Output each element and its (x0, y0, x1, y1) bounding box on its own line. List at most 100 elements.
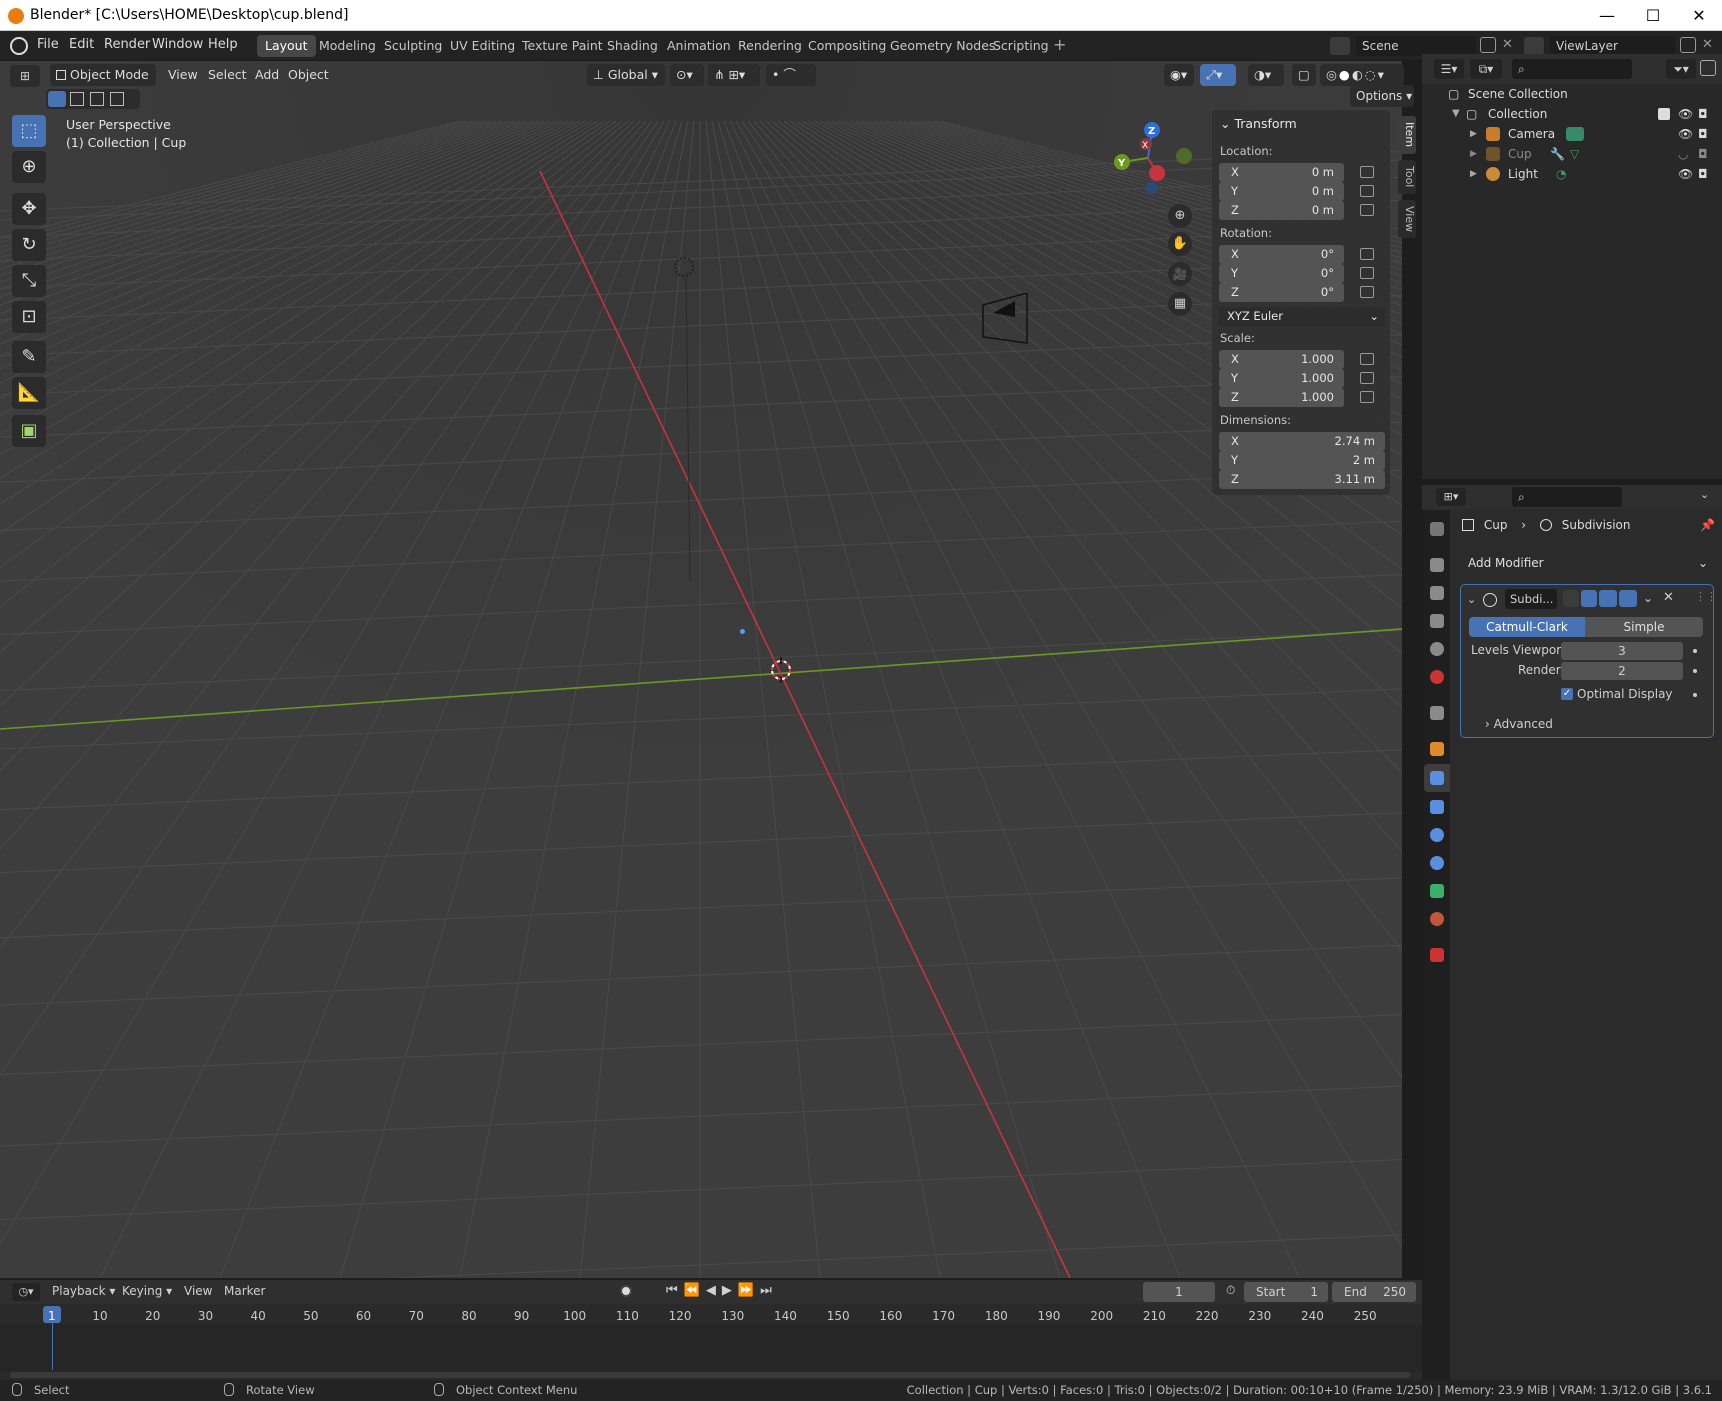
maximize-button[interactable]: ☐ (1630, 0, 1676, 31)
lock-icon[interactable] (1360, 286, 1374, 298)
modifier-menu-chevron-icon[interactable]: ⌄ (1643, 591, 1653, 605)
render-camera-icon[interactable]: ◘ (1698, 144, 1708, 164)
collection-properties-icon[interactable] (1430, 706, 1444, 720)
tab-tool[interactable]: Tool (1398, 160, 1416, 194)
add-cube-tool[interactable]: ▣ (12, 415, 46, 447)
render-camera-icon[interactable]: ◘ (1698, 104, 1708, 124)
keyframe-dot-icon[interactable] (1693, 693, 1697, 697)
modifier-properties-icon[interactable] (1430, 771, 1444, 785)
camera-view-icon[interactable]: 🎥 (1168, 262, 1192, 286)
pin-icon[interactable]: 📌 (1700, 518, 1715, 532)
lock-icon[interactable] (1360, 185, 1374, 197)
data-properties-icon[interactable] (1430, 884, 1444, 898)
ortho-toggle-icon[interactable]: ▦ (1168, 292, 1192, 316)
material-properties-icon[interactable] (1430, 912, 1444, 926)
mode-dropdown[interactable]: Object Mode ▾ (50, 64, 156, 104)
camera-data-icon[interactable] (1566, 127, 1584, 141)
world-properties-icon[interactable] (1430, 670, 1444, 684)
outliner-collection[interactable]: ▼ ▢ Collection 👁 ◘ (1422, 104, 1722, 124)
select-subtract-icon[interactable] (90, 92, 104, 106)
render-toggle[interactable] (1619, 590, 1637, 607)
keyframe-area[interactable] (0, 1324, 1422, 1372)
outliner-search-input[interactable]: ⌕ (1512, 59, 1632, 79)
keyframe-dot-icon[interactable] (1693, 669, 1697, 673)
delete-scene-icon[interactable]: ✕ (1502, 37, 1513, 52)
physics-properties-icon[interactable] (1430, 828, 1444, 842)
tab-animation[interactable]: Animation (659, 35, 739, 57)
advanced-subpanel[interactable]: › Advanced (1485, 717, 1553, 731)
select-box-tool[interactable]: ⬚ (12, 115, 46, 147)
filter-icon[interactable]: ⏷▾ (1666, 59, 1696, 79)
outliner-item-light[interactable]: ▶ Light ◔ 👁 ◘ (1422, 164, 1722, 184)
menu-window[interactable]: Window (152, 37, 203, 52)
rotation-x-field[interactable]: X 0° (1219, 245, 1344, 264)
3d-cursor-icon[interactable] (768, 657, 794, 683)
options-dropdown[interactable]: Options ▾ (1350, 85, 1414, 107)
keyframe-dot-icon[interactable] (1693, 649, 1697, 653)
view-layer-properties-icon[interactable] (1430, 614, 1444, 628)
minimize-button[interactable]: — (1584, 0, 1630, 31)
light-object-icon[interactable] (674, 257, 694, 277)
select-new-icon[interactable] (48, 91, 66, 107)
new-viewlayer-icon[interactable] (1680, 37, 1696, 53)
exclude-checkbox[interactable] (1658, 108, 1670, 120)
outliner-editor-type-icon[interactable]: ☰▾ (1434, 59, 1464, 79)
timeline-scrollbar[interactable] (10, 1372, 1410, 1378)
render-properties-icon[interactable] (1430, 558, 1444, 572)
viewlayer-selector-icon[interactable] (1524, 37, 1544, 55)
select-intersect-icon[interactable] (110, 92, 124, 106)
properties-search-input[interactable]: ⌕ (1512, 487, 1622, 507)
location-z-field[interactable]: Z 0 m (1219, 201, 1344, 220)
catmull-clark-button[interactable]: Catmull-Clark (1469, 617, 1585, 637)
pan-hand-icon[interactable]: ✋ (1168, 232, 1192, 256)
measure-tool[interactable]: 📐 (12, 377, 46, 409)
navigation-gizmo[interactable]: Z Y X (1100, 118, 1200, 198)
visibility-eye-icon[interactable]: 👁 (1678, 104, 1693, 124)
lock-icon[interactable] (1360, 267, 1374, 279)
transform-tool[interactable]: ⊡ (12, 301, 46, 333)
selection-mode-buttons[interactable] (46, 89, 140, 109)
scene-name-field[interactable]: Scene (1356, 36, 1476, 56)
new-collection-icon[interactable] (1700, 60, 1716, 76)
tab-modeling[interactable]: Modeling (311, 35, 384, 57)
scale-y-field[interactable]: Y 1.000 (1219, 369, 1344, 388)
modifier-wrench-icon[interactable]: 🔧 (1550, 144, 1565, 164)
tab-compositing[interactable]: Compositing (800, 35, 894, 57)
visibility-dropdown[interactable]: ◉▾ (1164, 64, 1194, 86)
current-frame-field[interactable]: 1 (1143, 1282, 1215, 1302)
playback-controls[interactable]: ⏮⏪◀▶⏩⏭ (666, 1283, 778, 1298)
on-cage-toggle[interactable] (1563, 590, 1579, 607)
stopwatch-icon[interactable]: ⏱ (1226, 1283, 1235, 1298)
zoom-icon[interactable]: ⊕ (1168, 204, 1192, 228)
display-mode-icon[interactable]: ⧉▾ (1470, 59, 1502, 79)
scale-x-field[interactable]: X 1.000 (1219, 350, 1344, 369)
object-properties-icon[interactable] (1430, 742, 1444, 756)
outliner-item-cup[interactable]: ▶ Cup 🔧 ▽ ◡ ◘ (1422, 144, 1722, 164)
transform-header[interactable]: ⌄ Transform (1220, 116, 1297, 131)
render-camera-icon[interactable]: ◘ (1698, 164, 1708, 184)
menu-edit[interactable]: Edit (69, 37, 94, 52)
outliner-item-camera[interactable]: ▶ Camera 👁 ◘ (1422, 124, 1722, 144)
lock-icon[interactable] (1360, 204, 1374, 216)
lock-icon[interactable] (1360, 166, 1374, 178)
tab-item[interactable]: Item (1398, 116, 1416, 154)
record-button[interactable] (620, 1285, 632, 1297)
tool-properties-icon[interactable] (1430, 522, 1444, 536)
menu-marker[interactable]: Marker (224, 1284, 265, 1298)
move-tool[interactable]: ✥ (12, 193, 46, 225)
rotation-mode-dropdown[interactable]: XYZ Euler ⌄ (1219, 307, 1385, 326)
mesh-data-icon[interactable]: ▽ (1570, 144, 1579, 164)
drag-handle-icon[interactable]: ⋮⋮ (1695, 590, 1717, 603)
dimensions-x-field[interactable]: X 2.74 m (1219, 432, 1385, 451)
menu-render[interactable]: Render (104, 37, 150, 52)
end-frame-field[interactable]: End 250 (1332, 1282, 1416, 1302)
shading-mode-buttons[interactable]: ◎●◐◌▾ (1320, 64, 1404, 86)
start-frame-field[interactable]: Start 1 (1244, 1282, 1328, 1302)
lock-icon[interactable] (1360, 372, 1374, 384)
snap-dropdown[interactable]: ⋔ ⊞▾ (708, 64, 760, 86)
texture-properties-icon[interactable] (1430, 948, 1444, 962)
rotate-tool[interactable]: ↻ (12, 229, 46, 261)
scene-selector-icon[interactable] (1330, 37, 1350, 55)
properties-options-chevron-icon[interactable]: ⌄ (1700, 488, 1709, 501)
gizmo-toggle[interactable]: ⤢▾ (1200, 64, 1236, 86)
